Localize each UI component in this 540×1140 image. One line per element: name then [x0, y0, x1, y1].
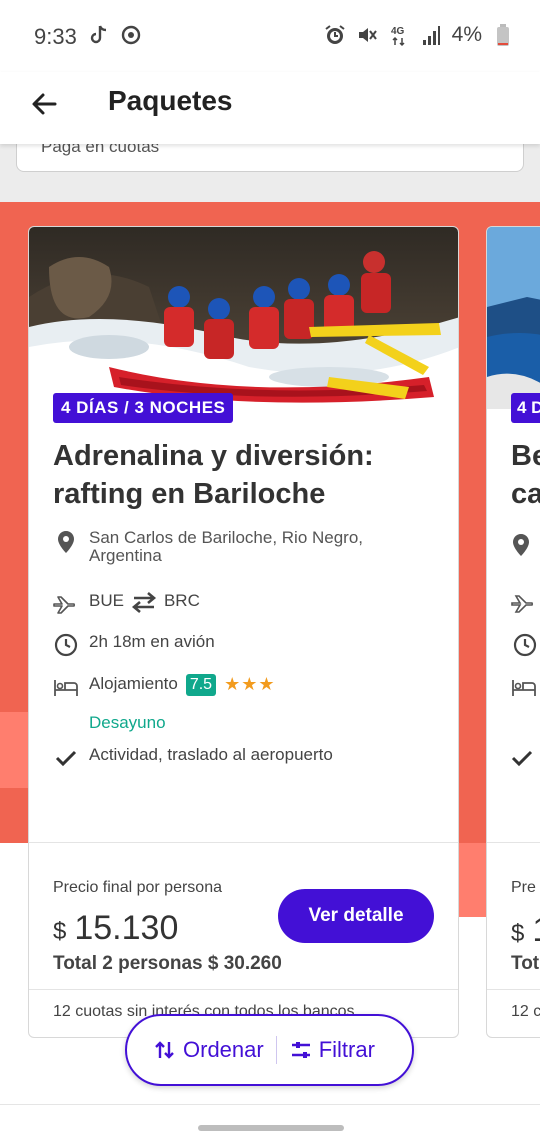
svg-text:4G: 4G: [391, 26, 405, 37]
gesture-nav-handle[interactable]: [198, 1125, 344, 1131]
app-bar: Paquetes: [0, 72, 540, 144]
next-price-divider: [487, 842, 540, 843]
next-package-card[interactable]: 4 D Be ca Pre $ 1 Tot 12 c: [486, 226, 540, 1038]
next-package-hero-image: [487, 227, 540, 409]
airplane-icon: [53, 591, 79, 617]
status-system-icons: 4G 4%: [324, 22, 514, 48]
bed-icon: [53, 674, 79, 700]
status-bar: 9:33 4G 4%: [0, 0, 540, 72]
lodging-row: Alojamiento 7.5 ★★★: [53, 674, 276, 700]
location-row: San Carlos de Bariloche, Rio Negro, Arge…: [53, 529, 399, 565]
meal-plan: Desayuno: [89, 713, 166, 732]
activity-text: Actividad, traslado al aeropuerto: [89, 745, 333, 764]
arrow-left-icon: [32, 93, 57, 115]
back-button[interactable]: [24, 84, 64, 124]
signal-icon: [420, 22, 442, 48]
package-title: Adrenalina y diversión: rafting en Baril…: [53, 440, 374, 510]
next-clock-icon: [513, 633, 537, 662]
installments-divider: [29, 989, 458, 990]
lodging-label: Alojamiento: [89, 674, 178, 693]
duration-badge: 4 DÍAS / 3 NOCHES: [53, 393, 234, 423]
round-trip-icon: [130, 591, 158, 613]
location-text: San Carlos de Bariloche, Rio Negro, Arge…: [89, 528, 364, 565]
price-divider: [29, 842, 458, 843]
sort-icon: [155, 1041, 174, 1059]
filter-button[interactable]: Filtrar: [277, 1016, 375, 1084]
total-price: Total 2 personas $ 30.260: [53, 953, 282, 974]
route-origin: BUE: [89, 591, 124, 610]
package-card[interactable]: 4 DÍAS / 3 NOCHES Adrenalina y diversión…: [28, 226, 459, 1038]
next-price-row: $ 1: [511, 911, 540, 950]
next-package-title: Be ca: [511, 440, 540, 510]
next-location-pin-icon: [511, 533, 531, 562]
flight-time-row: 2h 18m en avión: [53, 632, 215, 658]
package-hero-image: [29, 227, 458, 409]
clock-icon: [53, 632, 79, 658]
mute-icon: [356, 22, 378, 48]
battery-icon: [492, 22, 514, 48]
view-detail-button[interactable]: Ver detalle: [278, 889, 434, 943]
next-bed-icon: [511, 676, 537, 703]
next-price-label: Pre: [511, 879, 536, 896]
status-notification-icons: [88, 22, 142, 48]
filter-icon: [291, 1042, 310, 1058]
next-total-price: Tot: [511, 953, 540, 974]
next-check-icon: [511, 749, 533, 772]
tiktok-icon: [88, 22, 110, 48]
next-installments-text: 12 c: [511, 1003, 540, 1020]
star-rating: ★★★: [224, 674, 276, 694]
status-time: 9:33: [34, 24, 77, 49]
network-icon: 4G: [388, 22, 410, 48]
sync-icon: [120, 22, 142, 48]
backdrop-accent-left: [0, 712, 28, 788]
location-pin-icon: [53, 529, 79, 555]
page-title: Paquetes: [108, 85, 233, 116]
next-price-currency: $: [511, 920, 525, 947]
activity-row: Actividad, traslado al aeropuerto: [53, 745, 333, 771]
check-icon: [53, 745, 79, 771]
price-value: 15.130: [74, 909, 179, 947]
next-airplane-icon: [511, 593, 537, 618]
next-price-value: 1: [532, 911, 540, 950]
route-destination: BRC: [163, 591, 200, 610]
sort-button[interactable]: Ordenar: [127, 1016, 276, 1084]
route-row: BUE BRC: [53, 591, 200, 617]
flight-time-text: 2h 18m en avión: [89, 632, 215, 651]
lodging-score-badge: 7.5: [185, 674, 217, 696]
next-installments-divider: [487, 989, 540, 990]
price-currency: $: [53, 918, 67, 945]
price-row: $ 15.130: [53, 909, 178, 948]
next-duration-badge: 4 D: [511, 393, 540, 423]
filter-label: Filtrar: [318, 1037, 375, 1062]
price-label: Precio final por persona: [53, 879, 222, 896]
alarm-icon: [324, 22, 346, 48]
sort-label: Ordenar: [183, 1037, 264, 1062]
backdrop-accent-right: [459, 843, 486, 917]
battery-percent: 4%: [451, 23, 482, 46]
bottom-divider: [0, 1104, 540, 1105]
sort-filter-bar: Ordenar Filtrar: [125, 1014, 414, 1086]
